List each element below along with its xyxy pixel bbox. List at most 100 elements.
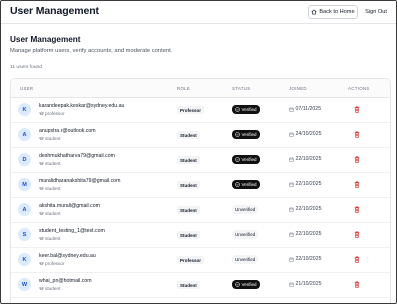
- table-row: K keer.bal@sydney.edu.au professor Profe…: [11, 248, 390, 273]
- joined-date: 24/10/2025: [289, 131, 321, 137]
- user-role-subtitle-text: student: [45, 161, 61, 166]
- joined-date: 22/10/2025: [289, 181, 321, 187]
- joined-date-text: 22/10/2025: [295, 206, 322, 212]
- delete-user-trash-icon[interactable]: [354, 106, 360, 113]
- status-text: Verified: [241, 157, 257, 162]
- user-email: keer.bal@sydney.edu.au: [39, 253, 96, 259]
- table-header: USER ROLE STATUS JOINED ACTIONS: [11, 79, 390, 98]
- role-badge: Professor: [177, 256, 205, 264]
- status-badge-unverified: Unverified: [232, 230, 259, 239]
- avatar: A: [18, 203, 31, 216]
- sign-out-button[interactable]: Sign Out: [362, 5, 390, 19]
- status-badge-unverified: Unverified: [232, 255, 259, 264]
- user-role-subtitle-text: student: [45, 136, 61, 141]
- role-badge: Student: [177, 131, 200, 139]
- user-role-subtitle: student: [39, 136, 60, 141]
- page-subtitle: Manage platform users, verify accounts, …: [10, 48, 173, 54]
- avatar: S: [18, 228, 31, 241]
- app-title: User Management: [10, 5, 99, 17]
- avatar: W: [18, 278, 31, 291]
- status-text: Unverified: [235, 232, 256, 237]
- delete-user-trash-icon[interactable]: [354, 131, 360, 138]
- role-badge: Professor: [177, 106, 205, 114]
- graduation-cap-icon: [39, 236, 44, 241]
- joined-date: 22/10/2025: [289, 231, 321, 237]
- app-window: User Management Back to Home Sign Out Us…: [0, 0, 397, 304]
- column-header-role: ROLE: [177, 86, 191, 91]
- avatar: K: [18, 103, 31, 116]
- user-role-subtitle: student: [39, 236, 60, 241]
- check-circle-icon: [235, 132, 240, 137]
- user-role-subtitle-text: student: [45, 211, 61, 216]
- calendar-icon: [289, 182, 294, 187]
- role-badge: Student: [177, 281, 200, 289]
- delete-user-trash-icon[interactable]: [354, 231, 360, 238]
- user-email: anupstra.r@outlook.com: [39, 128, 96, 134]
- joined-date-text: 22/10/2025: [295, 156, 322, 162]
- avatar: M: [18, 178, 31, 191]
- table-row: D deshmukhatharva79@gmail.com student St…: [11, 148, 390, 173]
- home-icon: [311, 9, 318, 15]
- check-circle-icon: [235, 282, 240, 287]
- status-badge-verified: Verified: [232, 280, 260, 289]
- delete-user-trash-icon[interactable]: [354, 156, 360, 163]
- column-header-joined: JOINED: [289, 86, 307, 91]
- joined-date-text: 22/10/2025: [295, 181, 322, 187]
- status-badge-verified: Verified: [232, 130, 260, 139]
- joined-date-text: 22/10/2025: [295, 256, 322, 262]
- user-role-subtitle: professor: [39, 261, 65, 266]
- joined-date: 22/10/2025: [289, 206, 321, 212]
- status-text: Unverified: [235, 257, 256, 262]
- check-circle-icon: [235, 182, 240, 187]
- delete-user-trash-icon[interactable]: [354, 281, 360, 288]
- graduation-cap-icon: [39, 111, 44, 116]
- graduation-cap-icon: [39, 161, 44, 166]
- user-email: muralidharanakshita79@gmail.com: [39, 178, 121, 184]
- user-role-subtitle: student: [39, 211, 60, 216]
- table-row: A anupstra.r@outlook.com student Student…: [11, 123, 390, 148]
- status-text: Verified: [241, 107, 257, 112]
- status-badge-verified: Verified: [232, 105, 260, 114]
- status-text: Verified: [241, 282, 257, 287]
- column-header-actions: ACTIONS: [348, 86, 370, 91]
- user-email: akshita.murali@gmail.com: [39, 203, 100, 209]
- table-row: W whai_pn@hotmail.com student Student Ve…: [11, 273, 390, 298]
- table-row: K karandeepak.keskar@sydney.edu.au profe…: [11, 98, 390, 123]
- joined-date: 07/11/2025: [289, 106, 321, 112]
- user-role-subtitle: student: [39, 286, 60, 291]
- role-badge: Student: [177, 181, 200, 189]
- table-row: S student_testing_1@test.com student Stu…: [11, 223, 390, 248]
- users-table: USER ROLE STATUS JOINED ACTIONS K karand…: [10, 78, 391, 303]
- user-role-subtitle-text: student: [45, 236, 61, 241]
- calendar-icon: [289, 232, 294, 237]
- calendar-icon: [289, 282, 294, 287]
- delete-user-trash-icon[interactable]: [354, 181, 360, 188]
- joined-date-text: 24/10/2025: [295, 131, 322, 137]
- role-badge: Student: [177, 156, 200, 164]
- graduation-cap-icon: [39, 261, 44, 266]
- status-badge-verified: Verified: [232, 180, 260, 189]
- status-badge-unverified: Unverified: [232, 205, 259, 214]
- status-text: Unverified: [235, 207, 256, 212]
- graduation-cap-icon: [39, 136, 44, 141]
- avatar: K: [18, 253, 31, 266]
- joined-date-text: 22/10/2025: [295, 231, 322, 237]
- calendar-icon: [289, 257, 294, 262]
- page-title: User Management: [10, 35, 81, 44]
- status-text: Verified: [241, 132, 257, 137]
- user-email: student_testing_1@test.com: [39, 228, 105, 234]
- column-header-user: USER: [20, 86, 34, 91]
- user-role-subtitle-text: student: [45, 186, 61, 191]
- graduation-cap-icon: [39, 211, 44, 216]
- calendar-icon: [289, 132, 294, 137]
- user-email: karandeepak.keskar@sydney.edu.au: [39, 103, 125, 109]
- joined-date: 22/10/2025: [289, 156, 321, 162]
- user-role-subtitle-text: student: [45, 286, 61, 291]
- joined-date-text: 21/10/2025: [295, 281, 322, 287]
- calendar-icon: [289, 107, 294, 112]
- delete-user-trash-icon[interactable]: [354, 206, 360, 213]
- delete-user-trash-icon[interactable]: [354, 256, 360, 263]
- status-text: Verified: [241, 182, 257, 187]
- back-to-home-button[interactable]: Back to Home: [308, 5, 358, 19]
- table-row: A akshita.murali@gmail.com student Stude…: [11, 198, 390, 223]
